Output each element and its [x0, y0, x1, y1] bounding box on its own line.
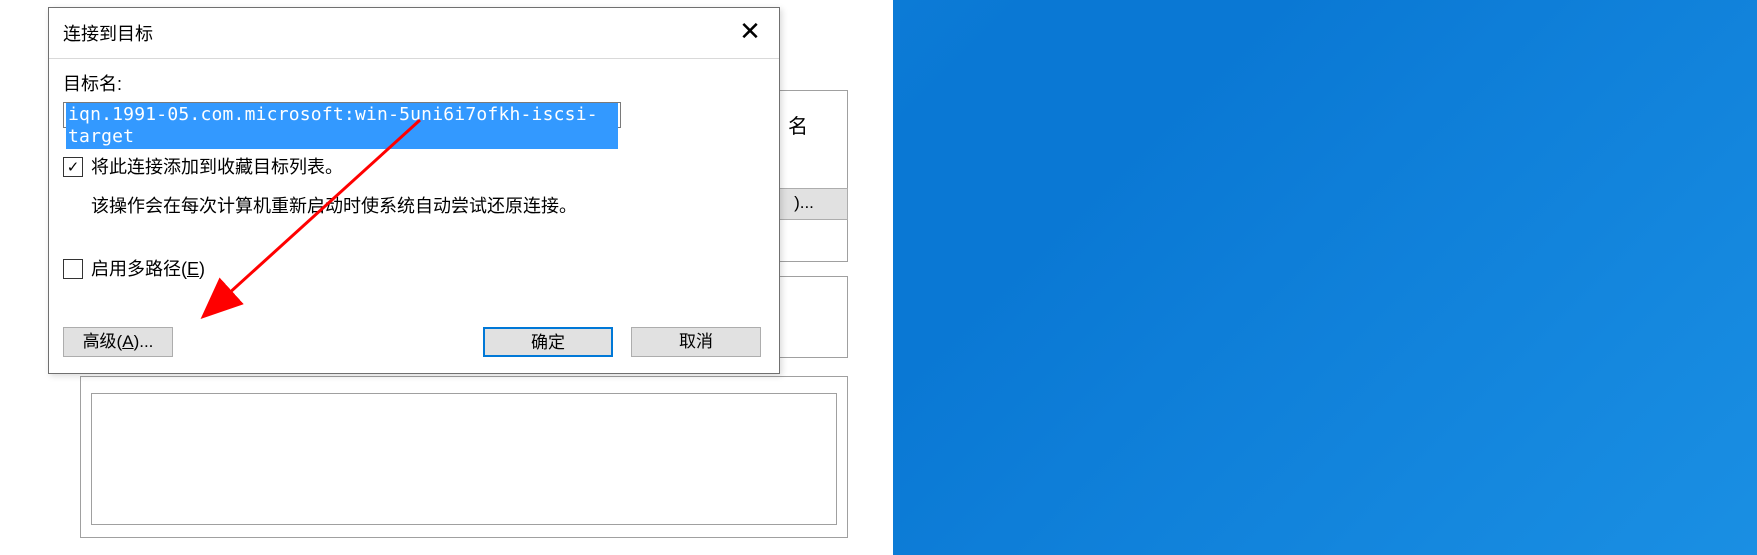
target-name-value: iqn.1991-05.com.microsoft:win-5uni6i7ofk… — [66, 103, 618, 149]
dialog-titlebar[interactable]: 连接到目标 ✕ — [49, 8, 779, 59]
target-name-label: 目标名: — [63, 70, 765, 96]
multipath-checkbox[interactable] — [63, 259, 83, 279]
mp-label-suffix: ) — [199, 259, 205, 279]
background-text-fragment-name: 名 — [788, 110, 808, 139]
check-icon: ✓ — [67, 160, 80, 175]
multipath-checkbox-label: 启用多路径(E) — [91, 256, 205, 282]
favorite-checkbox-row: ✓ 将此连接添加到收藏目标列表。 — [63, 154, 765, 180]
advanced-prefix: 高级( — [83, 332, 123, 351]
close-icon: ✕ — [739, 18, 761, 44]
connect-to-target-dialog: 连接到目标 ✕ 目标名: iqn.1991-05.com.microsoft:w… — [48, 7, 780, 374]
multipath-checkbox-row: 启用多路径(E) — [63, 256, 765, 282]
advanced-hotkey: A — [122, 332, 133, 351]
close-button[interactable]: ✕ — [727, 12, 773, 50]
dialog-body: 目标名: iqn.1991-05.com.microsoft:win-5uni6… — [63, 70, 765, 363]
dialog-title: 连接到目标 — [63, 20, 153, 46]
background-button-label: )... — [794, 193, 814, 212]
cancel-button[interactable]: 取消 — [631, 327, 761, 357]
favorite-checkbox-label: 将此连接添加到收藏目标列表。 — [91, 154, 343, 180]
favorite-checkbox-description: 该操作会在每次计算机重新启动时使系统自动尝试还原连接。 — [91, 192, 765, 218]
advanced-button[interactable]: 高级(A)... — [63, 327, 173, 357]
favorite-checkbox[interactable]: ✓ — [63, 157, 83, 177]
ok-button[interactable]: 确定 — [483, 327, 613, 357]
mp-label-hotkey: E — [187, 259, 199, 279]
mp-label-prefix: 启用多路径( — [91, 259, 187, 279]
target-name-input[interactable]: iqn.1991-05.com.microsoft:win-5uni6i7ofk… — [63, 102, 621, 128]
background-group-bottom — [80, 376, 848, 538]
background-listbox[interactable] — [91, 393, 837, 525]
advanced-suffix: )... — [134, 332, 154, 351]
